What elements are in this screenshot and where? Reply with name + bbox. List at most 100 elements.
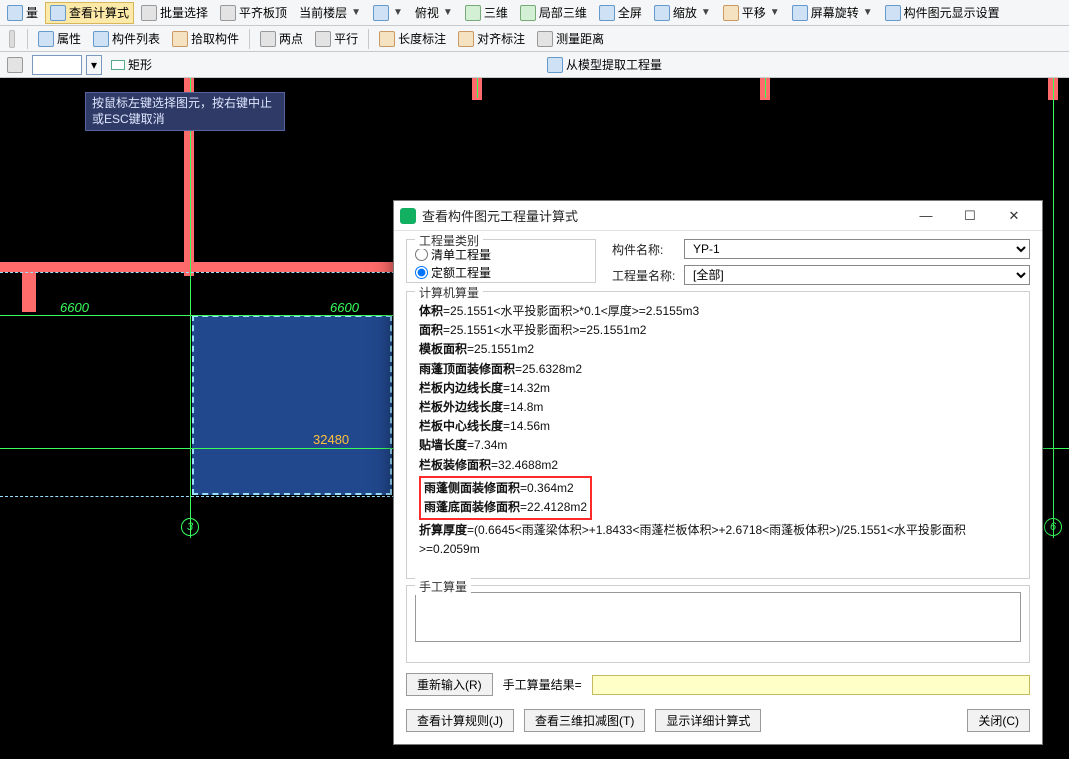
sel-floor[interactable]: 当前楼层▼ [294,2,366,24]
btn-twopoint[interactable]: 两点 [255,28,308,50]
btn-3d[interactable]: 三维 [460,2,513,24]
btn-dim-len[interactable]: 长度标注 [374,28,451,50]
tool-label: 批量选择 [160,4,208,21]
dim-label: 6600 [60,300,89,315]
dialog-title: 查看构件图元工程量计算式 [422,206,904,225]
tool-label: 平行 [334,30,358,47]
dim-center-label: 32480 [313,432,349,447]
tool-label: 当前楼层 [299,4,347,21]
tool-label: 对齐标注 [477,30,525,47]
manual-result-field[interactable] [592,675,1030,695]
hint-tooltip: 按鼠标左键选择图元，按右键中止或ESC键取消 [85,92,285,131]
maximize-button[interactable]: ☐ [948,202,992,230]
btn-liang[interactable]: 量 [2,2,43,24]
tool-label: 平移 [742,4,766,21]
tool-icon [7,5,23,21]
btn-rotate[interactable]: 屏幕旋转▼ [787,2,878,24]
tool-label: 属性 [57,30,81,47]
tool-label: 查看计算式 [69,4,129,21]
separator [27,29,28,49]
btn-zoom[interactable]: 缩放▼ [649,2,716,24]
tool-label: 构件图元显示设置 [904,4,1000,21]
btn-batch-select[interactable]: 批量选择 [136,2,213,24]
axis-bubble: 3 [181,518,199,536]
shape-rect-btn[interactable]: 矩形 [106,54,157,76]
btn-pan[interactable]: 平移 ▼ [718,2,785,24]
tool-label: 拾取构件 [191,30,239,47]
calc-output[interactable]: 体积=25.1551<水平投影面积>*0.1<厚度>=2.5155m3面积=25… [415,298,1021,570]
tool-label: 全屏 [618,4,642,21]
tool-icon [654,5,670,21]
btn-dim-align[interactable]: 对齐标注 [453,28,530,50]
tool-icon [885,5,901,21]
chevron-down-icon: ▼ [393,7,403,18]
view-3d-cut-button[interactable]: 查看三维扣减图(T) [524,709,645,732]
toolbar-shape: ▾ 矩形 从模型提取工程量 [0,52,1069,78]
minimize-button[interactable]: — [904,202,948,230]
tool-icon [172,31,188,47]
radio-quota-qty[interactable]: 定额工程量 [415,264,491,281]
view-rules-button[interactable]: 查看计算规则(J) [406,709,514,732]
group-computer-calc: 计算机算量 体积=25.1551<水平投影面积>*0.1<厚度>=2.5155m… [406,291,1030,579]
toolbar-annot: 属性构件列表 拾取构件 两点 平行长度标注 对齐标注测量距离 [0,26,1069,52]
grip-icon [9,30,15,48]
tool-icon [723,5,739,21]
calc-dialog: 查看构件图元工程量计算式 — ☐ ✕ 工程量类别 清单工程量 定额工程量 构件名… [393,200,1043,745]
calc-line: 贴墙长度=7.34m [419,436,1017,455]
label-proj-name: 工程量名称: [612,267,676,284]
btn-display-settings[interactable]: 构件图元显示设置 [880,2,1005,24]
extract-model-btn[interactable]: 从模型提取工程量 [542,54,667,76]
tool-icon [379,31,395,47]
rectangle-icon [111,60,125,70]
group-qty-type: 工程量类别 清单工程量 定额工程量 [406,239,596,283]
tool-label: 屏幕旋转 [811,4,859,21]
chevron-down-icon: ▼ [770,7,780,18]
close-dialog-button[interactable]: 关闭(C) [967,709,1030,732]
reinput-button[interactable]: 重新输入(R) [406,673,493,696]
tool-label: 三维 [484,4,508,21]
calc-line: 栏板装修面积=32.4688m2 [419,456,1017,475]
tool-icon [93,31,109,47]
btn-fullscreen[interactable]: 全屏 [594,2,647,24]
shape-width-input[interactable] [32,55,82,75]
calc-line: 折算厚度=(0.6645<雨蓬梁体积>+1.8433<雨蓬栏板体积>+2.671… [419,521,1017,559]
btn-cube[interactable]: ▼ [368,2,408,24]
btn-top-view[interactable]: 俯视▼ [410,2,458,24]
btn-align-slab[interactable]: 平齐板顶 [215,2,292,24]
btn-view-calc[interactable]: 查看计算式 [45,2,134,24]
dialog-footer: 查看计算规则(J) 查看三维扣减图(T) 显示详细计算式 关闭(C) [394,700,1042,744]
calc-line: 模板面积=25.1551m2 [419,340,1017,359]
grid-line [190,78,191,538]
tool-label: 平齐板顶 [239,4,287,21]
dropdown-icon[interactable]: ▾ [86,55,102,75]
calc-line: 栏板内边线长度=14.32m [419,379,1017,398]
select-project-qty[interactable]: [全部] [684,265,1030,285]
btn-props[interactable]: 属性 [33,28,86,50]
close-button[interactable]: ✕ [992,202,1036,230]
btn-parallel[interactable]: 平行 [310,28,363,50]
btn-measure[interactable]: 测量距离 [532,28,609,50]
legend-manual-calc: 手工算量 [415,578,471,595]
tool-icon [50,5,66,21]
grid-line [477,78,478,98]
tool-icon [792,5,808,21]
extract-label: 从模型提取工程量 [566,56,662,73]
dialog-body: 工程量类别 清单工程量 定额工程量 构件名称: YP-1 [394,231,1042,700]
manual-input-area[interactable] [415,592,1021,642]
tool-icon [260,31,276,47]
tool-label: 两点 [279,30,303,47]
btn-element-list[interactable]: 构件列表 [88,28,165,50]
show-detail-button[interactable]: 显示详细计算式 [655,709,761,732]
btn-local-3d[interactable]: 局部三维 [515,2,592,24]
separator [249,29,250,49]
btn-pick[interactable]: 拾取构件 [167,28,244,50]
tool-icon [520,5,536,21]
dialog-titlebar[interactable]: 查看构件图元工程量计算式 — ☐ ✕ [394,201,1042,231]
tool-icon [537,31,553,47]
selection-rect [192,315,392,495]
undo-icon[interactable] [2,54,28,76]
legend-computer-calc: 计算机算量 [415,284,483,301]
select-element[interactable]: YP-1 [684,239,1030,259]
chevron-down-icon: ▼ [443,7,453,18]
tool-label: 局部三维 [539,4,587,21]
